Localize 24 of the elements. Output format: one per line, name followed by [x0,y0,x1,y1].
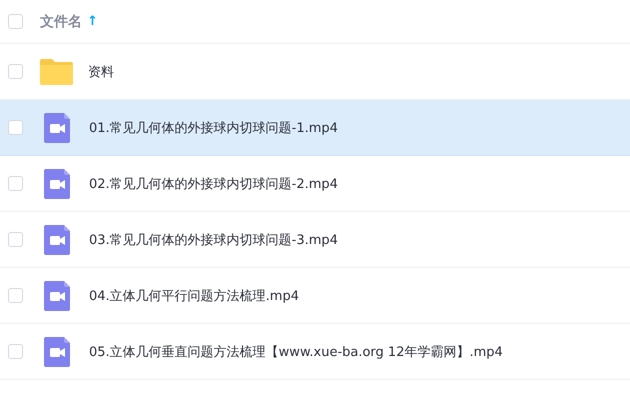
file-name[interactable]: 03.常见几何体的外接球内切球问题-3.mp4 [89,230,338,248]
checkbox[interactable] [8,64,23,79]
video-file-icon [44,168,70,198]
video-file-icon [44,112,70,142]
checkbox[interactable] [8,120,23,135]
checkbox[interactable] [8,288,23,303]
folder-icon [40,58,73,84]
checkbox[interactable] [8,176,23,191]
file-row[interactable]: 04.立体几何平行问题方法梳理.mp4 [0,268,630,324]
video-file-icon [44,280,70,310]
file-name[interactable]: 05.立体几何垂直问题方法梳理【www.xue-ba.org 12年学霸网】.mp4 [89,342,503,360]
file-name[interactable]: 01.常见几何体的外接球内切球问题-1.mp4 [89,118,338,136]
file-row[interactable]: 05.立体几何垂直问题方法梳理【www.xue-ba.org 12年学霸网】.mp4 [0,324,630,380]
file-name[interactable]: 04.立体几何平行问题方法梳理.mp4 [89,286,299,304]
video-file-icon [44,336,70,366]
checkbox[interactable] [8,14,23,29]
checkbox[interactable] [8,232,23,247]
file-row[interactable]: 03.常见几何体的外接球内切球问题-3.mp4 [0,212,630,268]
file-row[interactable]: 02.常见几何体的外接球内切球问题-2.mp4 [0,156,630,212]
file-row[interactable]: 01.常见几何体的外接球内切球问题-1.mp4 [0,100,630,156]
file-name[interactable]: 资料 [88,62,114,80]
video-file-icon [44,224,70,254]
checkbox[interactable] [8,344,23,359]
file-name[interactable]: 02.常见几何体的外接球内切球问题-2.mp4 [89,174,338,192]
